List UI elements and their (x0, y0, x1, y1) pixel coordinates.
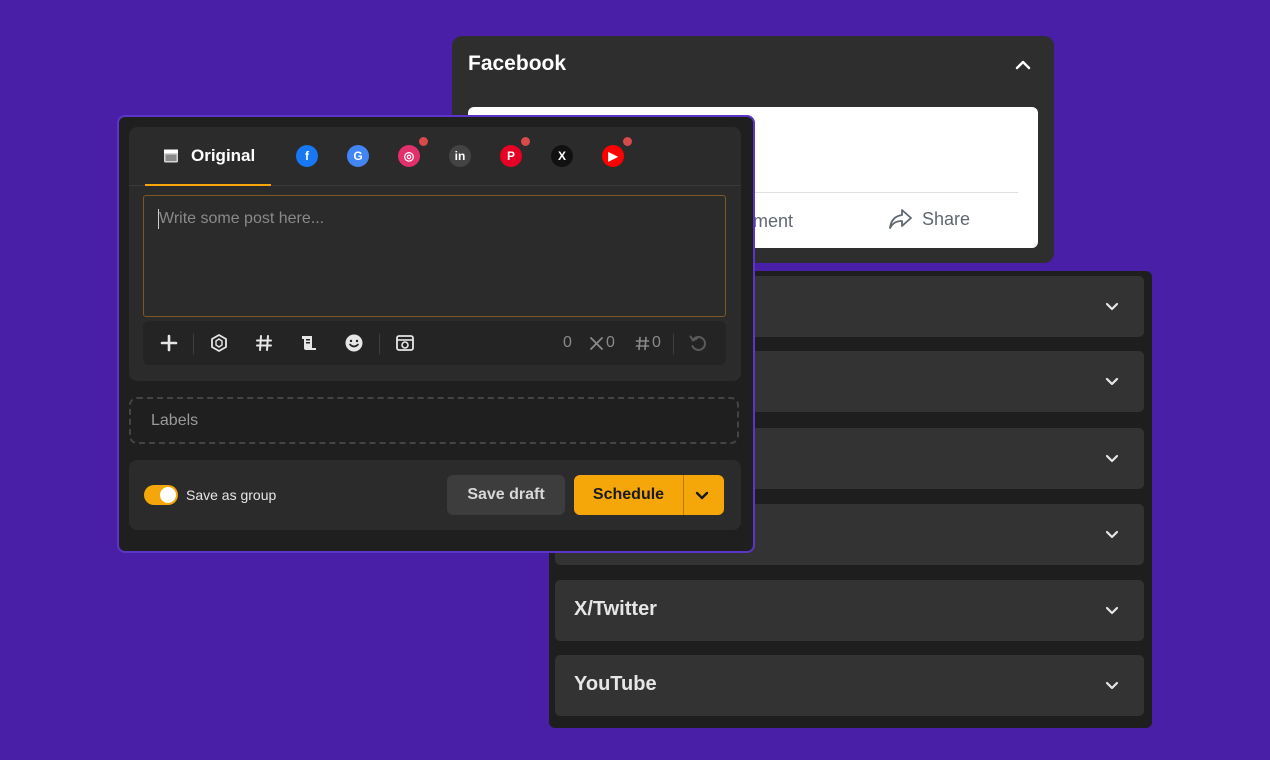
toolbar-divider (379, 334, 380, 354)
save-draft-button[interactable]: Save draft (447, 475, 565, 515)
x-icon[interactable]: X (551, 145, 573, 167)
post-text-field[interactable]: Write some post here... (143, 195, 726, 317)
alert-dot (623, 137, 632, 146)
emoji-icon[interactable] (344, 333, 364, 353)
hashtag-count: 0 (635, 334, 661, 352)
accordion-item-label: YouTube (574, 673, 657, 695)
chevron-down-icon (1105, 454, 1119, 463)
x-count-value: 0 (606, 334, 615, 351)
chevron-up-icon[interactable] (1014, 56, 1032, 74)
share-label: Share (922, 208, 971, 229)
post-composer: Original f G ◎ in P X ▶ Write some post here..… (117, 115, 755, 553)
template-scroll-icon[interactable] (299, 333, 319, 353)
chevron-down-icon (1105, 681, 1119, 690)
x-icon (590, 336, 603, 350)
ai-hexagon-icon[interactable] (209, 333, 229, 353)
hashtag-count-value: 0 (652, 334, 661, 351)
toggle-knob (160, 487, 176, 503)
share-icon (889, 209, 912, 229)
labels-placeholder: Labels (151, 412, 199, 429)
post-placeholder: Write some post here... (159, 210, 325, 227)
undo-icon[interactable] (688, 333, 708, 353)
button-divider (683, 475, 684, 515)
toolbar-divider (193, 334, 194, 354)
labels-field[interactable]: Labels (129, 397, 739, 444)
media-library-icon[interactable] (395, 333, 415, 353)
linkedin-icon[interactable]: in (449, 145, 471, 167)
network-tabs: Original f G ◎ in P X ▶ (129, 127, 741, 186)
hashtag-icon[interactable] (254, 333, 274, 353)
youtube-icon[interactable]: ▶ (602, 145, 624, 167)
x-character-count: 0 (589, 334, 615, 352)
hashtag-small-icon (635, 336, 650, 350)
google-icon[interactable]: G (347, 145, 369, 167)
chevron-down-icon (1105, 377, 1119, 386)
facebook-preview-title: Facebook (468, 52, 567, 75)
chevron-down-icon (1105, 606, 1119, 615)
pinterest-icon[interactable]: P (500, 145, 522, 167)
add-icon[interactable] (159, 333, 179, 353)
chevron-down-icon (1105, 530, 1119, 539)
chevron-down-icon (1105, 302, 1119, 311)
accordion-item-youtube[interactable]: YouTube (555, 655, 1144, 716)
chevron-down-icon[interactable] (694, 487, 710, 503)
accordion-item-label: X/Twitter (574, 598, 657, 620)
character-count: 0 (563, 334, 572, 351)
share-action[interactable]: Share (888, 207, 970, 231)
alert-dot (419, 137, 428, 146)
window-icon (164, 149, 178, 162)
editor-toolbar: 0 0 0 (143, 321, 726, 365)
composer-footer: Save as group Save draft Schedule (129, 460, 741, 530)
accordion-item-x-twitter[interactable]: X/Twitter (555, 580, 1144, 641)
toolbar-divider (673, 334, 674, 354)
facebook-icon[interactable]: f (296, 145, 318, 167)
save-as-group-toggle[interactable] (144, 485, 178, 505)
alert-dot (521, 137, 530, 146)
tab-original[interactable]: Original (145, 127, 271, 186)
instagram-icon[interactable]: ◎ (398, 145, 420, 167)
tab-original-label: Original (191, 145, 256, 165)
schedule-button-group: Schedule (574, 475, 724, 515)
editor-card: Original f G ◎ in P X ▶ Write some post here..… (129, 127, 741, 381)
schedule-button[interactable]: Schedule (574, 475, 683, 515)
save-as-group-label: Save as group (186, 487, 277, 503)
